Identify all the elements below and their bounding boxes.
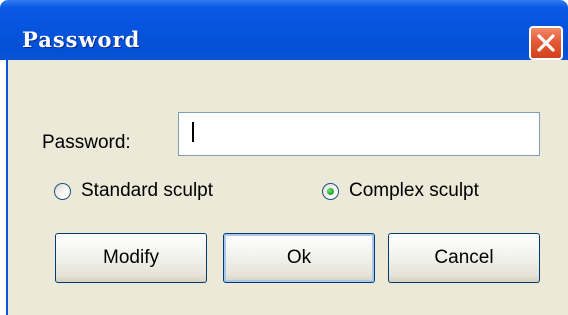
password-dialog: Password Password: Standard sculpt Compl… [0,0,568,315]
window-title: Password [22,27,141,52]
text-caret [192,122,194,142]
radio-standard-sculpt[interactable]: Standard sculpt [54,180,284,210]
modify-button[interactable]: Modify [55,233,207,283]
radio-standard-circle[interactable] [54,183,71,200]
close-button[interactable] [529,26,563,60]
password-input[interactable] [178,112,540,156]
dialog-body: Password: Standard sculpt Complex sculpt… [6,60,568,315]
radio-complex-sculpt[interactable]: Complex sculpt [322,180,542,210]
radio-complex-circle[interactable] [322,183,339,200]
cancel-button[interactable]: Cancel [388,233,540,283]
radio-complex-label[interactable]: Complex sculpt [349,180,479,202]
ok-button[interactable]: Ok [223,233,375,283]
title-bar[interactable]: Password [0,0,568,60]
radio-standard-label[interactable]: Standard sculpt [81,180,213,202]
radio-selected-dot [327,188,334,195]
password-label: Password: [42,132,131,153]
close-icon [537,34,555,52]
